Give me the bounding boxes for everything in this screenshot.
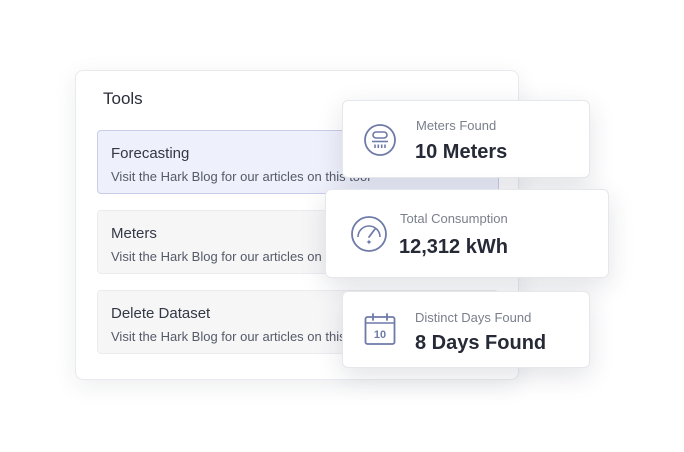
distinct-days-value: 8 Days Found: [415, 332, 547, 354]
stage: Tools Forecasting Visit the Hark Blog fo…: [0, 0, 684, 452]
gauge-icon: [351, 216, 387, 252]
meters-found-value: 10 Meters: [415, 141, 508, 163]
meters-found-label: Meters Found: [416, 118, 497, 133]
total-consumption-card: Total Consumption 12,312 kWh: [325, 189, 609, 278]
meter-icon: [364, 124, 396, 156]
total-consumption-label: Total Consumption: [400, 211, 508, 226]
tool-name: Delete Dataset: [111, 305, 211, 322]
tool-name: Forecasting: [111, 145, 190, 162]
total-consumption-value: 12,312 kWh: [399, 236, 508, 258]
calendar-icon-number: 10: [374, 329, 386, 341]
calendar-icon: 10: [364, 313, 396, 345]
tool-description: Visit the Hark Blog for our articles on …: [111, 329, 371, 344]
meters-found-card: Meters Found 10 Meters: [342, 100, 590, 178]
tool-description: Visit the Hark Blog for our articles on …: [111, 169, 371, 184]
tools-title: Tools: [103, 89, 143, 108]
distinct-days-label: Distinct Days Found: [415, 310, 532, 325]
tool-name: Meters: [111, 225, 157, 242]
distinct-days-card: 10 Distinct Days Found 8 Days Found: [342, 291, 590, 368]
